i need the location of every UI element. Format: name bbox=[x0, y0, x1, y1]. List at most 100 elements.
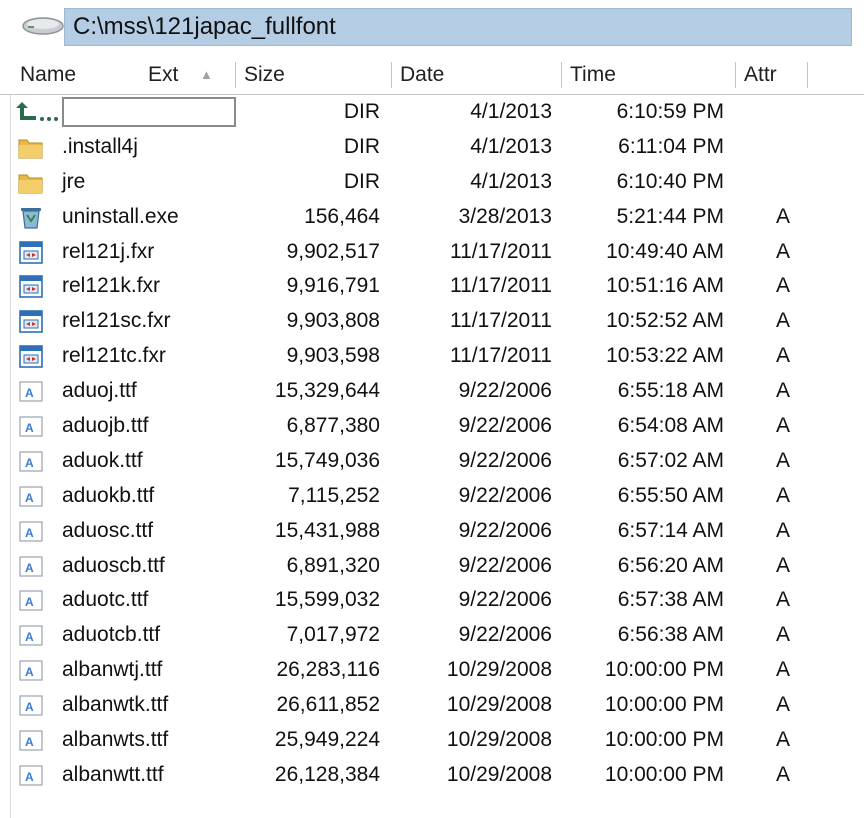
date-cell: 9/22/2006 bbox=[458, 553, 552, 577]
file-row[interactable]: rel121k.fxr 9,916,791 11/17/2011 10:51:16 A… bbox=[0, 269, 864, 304]
time-cell: 6:55:50 AM bbox=[617, 483, 724, 507]
size-cell: 26,283,116 bbox=[276, 658, 380, 682]
time-cell: 6:56:20 AM bbox=[617, 553, 724, 577]
font-file-icon: A bbox=[18, 588, 44, 613]
date-cell: 10/29/2008 bbox=[446, 658, 552, 682]
time-cell: 10:49:40 AM bbox=[606, 239, 724, 263]
file-row[interactable]: Aaduotc.ttf 15,599,032 9/22/2006 6:57:38 AM… bbox=[0, 583, 864, 618]
font-file-icon: A bbox=[18, 728, 44, 753]
size-cell: 25,949,224 bbox=[274, 728, 380, 752]
time-cell: 10:00:00 PM bbox=[604, 762, 724, 786]
file-row[interactable]: Aalbanwtt.ttf 26,128,384 10/29/2008 10:00:0… bbox=[0, 758, 864, 793]
size-cell: 7,115,252 bbox=[288, 483, 380, 507]
file-name-cell: rel121j.fxr bbox=[62, 239, 155, 263]
file-row[interactable]: Aalbanwtk.ttf 26,611,852 10/29/2008 10:00:0… bbox=[0, 688, 864, 723]
date-cell: 10/29/2008 bbox=[446, 693, 552, 717]
svg-text:A: A bbox=[25, 595, 34, 609]
folder-icon bbox=[18, 135, 44, 160]
svg-text:A: A bbox=[25, 735, 34, 749]
size-cell: 15,431,988 bbox=[274, 518, 380, 542]
attr-cell: A bbox=[776, 414, 791, 438]
file-name-cell: rel121k.fxr bbox=[62, 274, 161, 298]
date-cell: 10/29/2008 bbox=[446, 728, 552, 752]
path-field[interactable]: C:\mss\121japac_fullfont bbox=[64, 8, 852, 46]
file-name-cell: aduojb.ttf bbox=[62, 414, 149, 438]
date-cell: 11/17/2011 bbox=[450, 344, 552, 368]
time-cell: 6:11:04 PM bbox=[618, 134, 724, 158]
size-cell: 156,464 bbox=[304, 204, 380, 228]
file-row[interactable]: Aalbanwtj.ttf 26,283,116 10/29/2008 10:00:0… bbox=[0, 653, 864, 688]
file-name-cell: albanwtk.ttf bbox=[62, 693, 169, 717]
column-date-header[interactable]: Date bbox=[396, 56, 562, 94]
svg-text:A: A bbox=[25, 700, 34, 714]
file-row[interactable]: Aaduosc.ttf 15,431,988 9/22/2006 6:57:14 AM… bbox=[0, 514, 864, 549]
date-cell: 9/22/2006 bbox=[458, 379, 552, 403]
file-row[interactable]: uninstall.exe 156,464 3/28/2013 5:21:44 PM A bbox=[0, 200, 864, 235]
date-cell: 11/17/2011 bbox=[450, 309, 552, 333]
time-cell: 6:57:14 AM bbox=[617, 518, 724, 542]
parent-dir-row[interactable]: DIR 4/1/2013 6:10:59 PM bbox=[0, 95, 864, 130]
file-row[interactable]: rel121sc.fxr 9,903,808 11/17/2011 10:52:52 … bbox=[0, 304, 864, 339]
file-name-cell: aduotc.ttf bbox=[62, 588, 149, 612]
svg-text:A: A bbox=[25, 665, 34, 679]
uninstall-icon bbox=[18, 205, 44, 230]
file-row[interactable]: .install4j DIR 4/1/2013 6:11:04 PM bbox=[0, 130, 864, 165]
file-row[interactable]: Aaduokb.ttf 7,115,252 9/22/2006 6:55:50 AM A bbox=[0, 479, 864, 514]
folder-icon bbox=[18, 170, 44, 195]
time-cell: 10:52:52 AM bbox=[606, 309, 724, 333]
size-cell: 6,891,320 bbox=[286, 553, 380, 577]
date-cell: 10/29/2008 bbox=[446, 762, 552, 786]
size-cell: 7,017,972 bbox=[286, 623, 380, 647]
file-row[interactable]: Aaduojb.ttf 6,877,380 9/22/2006 6:54:08 AM A bbox=[0, 409, 864, 444]
file-row[interactable]: rel121tc.fxr 9,903,598 11/17/2011 10:53:22 … bbox=[0, 339, 864, 374]
font-file-icon: A bbox=[18, 449, 44, 474]
date-cell: 3/28/2013 bbox=[458, 204, 552, 228]
date-cell: 9/22/2006 bbox=[458, 483, 552, 507]
file-list: DIR 4/1/2013 6:10:59 PM .install4j DIR 4/1… bbox=[0, 95, 864, 793]
svg-text:A: A bbox=[25, 770, 34, 784]
attr-cell: A bbox=[776, 309, 791, 333]
time-cell: 6:10:59 PM bbox=[616, 100, 724, 123]
svg-text:A: A bbox=[25, 526, 34, 540]
file-row[interactable]: rel121j.fxr 9,902,517 11/17/2011 10:49:40 A… bbox=[0, 235, 864, 270]
drive-icon[interactable] bbox=[20, 14, 66, 38]
file-row[interactable]: Aaduok.ttf 15,749,036 9/22/2006 6:57:02 AM A bbox=[0, 444, 864, 479]
file-name-cell: uninstall.exe bbox=[62, 204, 179, 228]
file-name-cell: rel121tc.fxr bbox=[62, 344, 166, 368]
time-cell: 10:51:16 AM bbox=[606, 274, 724, 298]
column-size-header[interactable]: Size bbox=[240, 56, 392, 94]
file-row[interactable]: Aalbanwts.ttf 25,949,224 10/29/2008 10:00:0… bbox=[0, 723, 864, 758]
column-header: Name Ext ▲ Size Date Time Attr bbox=[0, 56, 864, 95]
column-name-header[interactable]: Name bbox=[16, 56, 140, 94]
column-time-header[interactable]: Time bbox=[566, 56, 736, 94]
path-bar: C:\mss\121japac_fullfont bbox=[0, 0, 864, 50]
file-name-cell: .install4j bbox=[62, 134, 138, 158]
file-row[interactable]: Aaduoj.ttf 15,329,644 9/22/2006 6:55:18 AM A bbox=[0, 374, 864, 409]
file-row[interactable]: Aaduoscb.ttf 6,891,320 9/22/2006 6:56:20 AM… bbox=[0, 549, 864, 584]
file-name-cell: aduoscb.ttf bbox=[62, 553, 165, 577]
svg-text:A: A bbox=[25, 386, 34, 400]
time-cell: 6:10:40 PM bbox=[616, 169, 724, 193]
date-cell: 11/17/2011 bbox=[450, 239, 552, 263]
size-cell: 9,902,517 bbox=[286, 239, 380, 263]
date-cell: 11/17/2011 bbox=[450, 274, 552, 298]
attr-cell: A bbox=[776, 623, 791, 647]
date-cell: 9/22/2006 bbox=[458, 588, 552, 612]
up-folder-icon[interactable] bbox=[14, 100, 60, 125]
svg-text:A: A bbox=[25, 421, 34, 435]
svg-text:A: A bbox=[25, 491, 34, 505]
svg-text:A: A bbox=[25, 456, 34, 470]
attr-cell: A bbox=[776, 658, 791, 682]
parent-dir-name-field[interactable] bbox=[62, 97, 236, 127]
time-cell: 6:57:02 AM bbox=[617, 448, 724, 472]
file-row[interactable]: Aaduotcb.ttf 7,017,972 9/22/2006 6:56:38 AM… bbox=[0, 618, 864, 653]
column-attr-header[interactable]: Attr bbox=[740, 56, 808, 94]
file-row[interactable]: jre DIR 4/1/2013 6:10:40 PM bbox=[0, 165, 864, 200]
time-cell: 6:54:08 AM bbox=[617, 414, 724, 438]
attr-cell: A bbox=[776, 483, 791, 507]
attr-cell: A bbox=[776, 379, 791, 403]
time-cell: 6:56:38 AM bbox=[617, 623, 724, 647]
date-cell: 9/22/2006 bbox=[458, 414, 552, 438]
attr-cell: A bbox=[776, 553, 791, 577]
column-ext-header[interactable]: Ext ▲ bbox=[140, 56, 236, 94]
